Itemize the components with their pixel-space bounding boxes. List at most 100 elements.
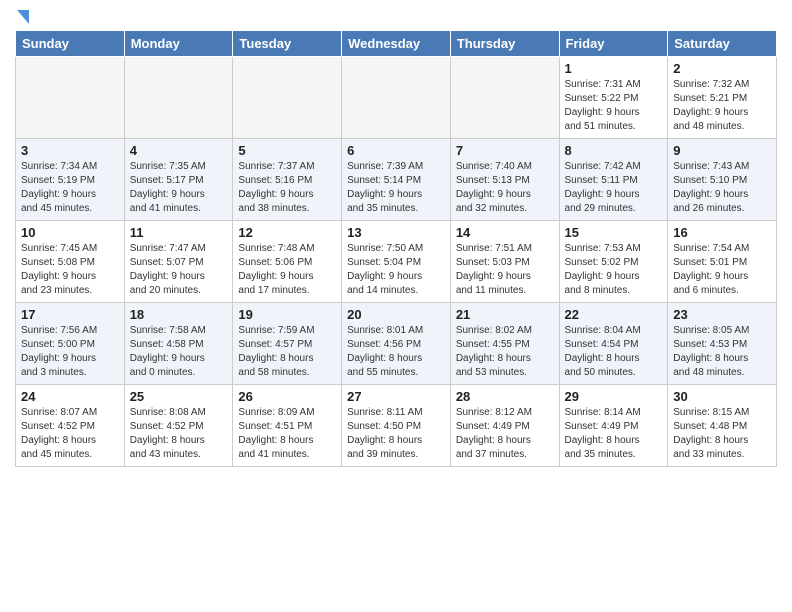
day-number: 17 <box>21 307 119 322</box>
calendar-cell <box>342 57 451 139</box>
calendar-cell: 10 Sunrise: 7:45 AM Sunset: 5:08 PM Dayli… <box>16 221 125 303</box>
day-info: Sunrise: 8:15 AM Sunset: 4:48 PM Dayligh… <box>673 406 771 462</box>
calendar-cell: 26 Sunrise: 8:09 AM Sunset: 4:51 PM Dayli… <box>233 385 342 467</box>
day-info: Sunrise: 8:07 AM Sunset: 4:52 PM Dayligh… <box>21 406 119 462</box>
calendar-cell: 3 Sunrise: 7:34 AM Sunset: 5:19 PM Daylig… <box>16 139 125 221</box>
day-info: Sunrise: 7:58 AM Sunset: 4:58 PM Dayligh… <box>130 324 228 380</box>
day-number: 25 <box>130 389 228 404</box>
day-number: 22 <box>565 307 663 322</box>
day-info: Sunrise: 7:37 AM Sunset: 5:16 PM Dayligh… <box>238 160 336 216</box>
calendar-cell: 29 Sunrise: 8:14 AM Sunset: 4:49 PM Dayli… <box>559 385 668 467</box>
day-info: Sunrise: 8:02 AM Sunset: 4:55 PM Dayligh… <box>456 324 554 380</box>
calendar-cell: 24 Sunrise: 8:07 AM Sunset: 4:52 PM Dayli… <box>16 385 125 467</box>
col-header-monday: Monday <box>124 31 233 57</box>
calendar-cell: 8 Sunrise: 7:42 AM Sunset: 5:11 PM Daylig… <box>559 139 668 221</box>
calendar-cell: 5 Sunrise: 7:37 AM Sunset: 5:16 PM Daylig… <box>233 139 342 221</box>
day-info: Sunrise: 7:59 AM Sunset: 4:57 PM Dayligh… <box>238 324 336 380</box>
day-number: 28 <box>456 389 554 404</box>
day-info: Sunrise: 7:56 AM Sunset: 5:00 PM Dayligh… <box>21 324 119 380</box>
calendar-cell: 20 Sunrise: 8:01 AM Sunset: 4:56 PM Dayli… <box>342 303 451 385</box>
calendar-cell: 6 Sunrise: 7:39 AM Sunset: 5:14 PM Daylig… <box>342 139 451 221</box>
calendar-cell: 18 Sunrise: 7:58 AM Sunset: 4:58 PM Dayli… <box>124 303 233 385</box>
col-header-saturday: Saturday <box>668 31 777 57</box>
day-info: Sunrise: 7:34 AM Sunset: 5:19 PM Dayligh… <box>21 160 119 216</box>
day-number: 20 <box>347 307 445 322</box>
day-number: 10 <box>21 225 119 240</box>
day-info: Sunrise: 7:31 AM Sunset: 5:22 PM Dayligh… <box>565 78 663 134</box>
calendar-cell: 15 Sunrise: 7:53 AM Sunset: 5:02 PM Dayli… <box>559 221 668 303</box>
calendar-cell: 21 Sunrise: 8:02 AM Sunset: 4:55 PM Dayli… <box>450 303 559 385</box>
day-info: Sunrise: 8:14 AM Sunset: 4:49 PM Dayligh… <box>565 406 663 462</box>
col-header-sunday: Sunday <box>16 31 125 57</box>
day-number: 24 <box>21 389 119 404</box>
calendar-cell: 22 Sunrise: 8:04 AM Sunset: 4:54 PM Dayli… <box>559 303 668 385</box>
day-info: Sunrise: 7:42 AM Sunset: 5:11 PM Dayligh… <box>565 160 663 216</box>
col-header-thursday: Thursday <box>450 31 559 57</box>
day-info: Sunrise: 7:45 AM Sunset: 5:08 PM Dayligh… <box>21 242 119 298</box>
day-number: 26 <box>238 389 336 404</box>
day-number: 8 <box>565 143 663 158</box>
day-number: 23 <box>673 307 771 322</box>
day-info: Sunrise: 8:09 AM Sunset: 4:51 PM Dayligh… <box>238 406 336 462</box>
calendar-cell: 14 Sunrise: 7:51 AM Sunset: 5:03 PM Dayli… <box>450 221 559 303</box>
day-number: 9 <box>673 143 771 158</box>
day-number: 2 <box>673 61 771 76</box>
day-number: 3 <box>21 143 119 158</box>
day-number: 16 <box>673 225 771 240</box>
calendar-cell: 16 Sunrise: 7:54 AM Sunset: 5:01 PM Dayli… <box>668 221 777 303</box>
calendar-cell <box>450 57 559 139</box>
calendar-cell: 7 Sunrise: 7:40 AM Sunset: 5:13 PM Daylig… <box>450 139 559 221</box>
day-info: Sunrise: 7:40 AM Sunset: 5:13 PM Dayligh… <box>456 160 554 216</box>
day-info: Sunrise: 8:11 AM Sunset: 4:50 PM Dayligh… <box>347 406 445 462</box>
day-number: 14 <box>456 225 554 240</box>
calendar-cell: 25 Sunrise: 8:08 AM Sunset: 4:52 PM Dayli… <box>124 385 233 467</box>
calendar-cell: 11 Sunrise: 7:47 AM Sunset: 5:07 PM Dayli… <box>124 221 233 303</box>
day-info: Sunrise: 7:54 AM Sunset: 5:01 PM Dayligh… <box>673 242 771 298</box>
day-info: Sunrise: 7:48 AM Sunset: 5:06 PM Dayligh… <box>238 242 336 298</box>
day-info: Sunrise: 7:35 AM Sunset: 5:17 PM Dayligh… <box>130 160 228 216</box>
col-header-friday: Friday <box>559 31 668 57</box>
calendar-cell: 23Sunrise: 8:05 AM Sunset: 4:53 PM Dayli… <box>668 303 777 385</box>
day-number: 12 <box>238 225 336 240</box>
day-number: 27 <box>347 389 445 404</box>
day-number: 15 <box>565 225 663 240</box>
calendar-cell: 17 Sunrise: 7:56 AM Sunset: 5:00 PM Dayli… <box>16 303 125 385</box>
calendar-cell: 1 Sunrise: 7:31 AM Sunset: 5:22 PM Daylig… <box>559 57 668 139</box>
day-number: 11 <box>130 225 228 240</box>
day-info: Sunrise: 8:04 AM Sunset: 4:54 PM Dayligh… <box>565 324 663 380</box>
day-info: Sunrise: 7:47 AM Sunset: 5:07 PM Dayligh… <box>130 242 228 298</box>
day-number: 21 <box>456 307 554 322</box>
day-number: 7 <box>456 143 554 158</box>
day-info: Sunrise: 7:53 AM Sunset: 5:02 PM Dayligh… <box>565 242 663 298</box>
calendar-cell: 19 Sunrise: 7:59 AM Sunset: 4:57 PM Dayli… <box>233 303 342 385</box>
calendar-cell <box>124 57 233 139</box>
day-number: 13 <box>347 225 445 240</box>
calendar-cell: 2 Sunrise: 7:32 AM Sunset: 5:21 PM Daylig… <box>668 57 777 139</box>
day-number: 18 <box>130 307 228 322</box>
day-number: 30 <box>673 389 771 404</box>
calendar-cell: 4 Sunrise: 7:35 AM Sunset: 5:17 PM Daylig… <box>124 139 233 221</box>
calendar-cell: 12 Sunrise: 7:48 AM Sunset: 5:06 PM Dayli… <box>233 221 342 303</box>
day-info: Sunrise: 8:01 AM Sunset: 4:56 PM Dayligh… <box>347 324 445 380</box>
calendar-cell: 30 Sunrise: 8:15 AM Sunset: 4:48 PM Dayli… <box>668 385 777 467</box>
day-number: 29 <box>565 389 663 404</box>
day-number: 19 <box>238 307 336 322</box>
day-number: 6 <box>347 143 445 158</box>
day-info: Sunrise: 7:50 AM Sunset: 5:04 PM Dayligh… <box>347 242 445 298</box>
day-info: Sunrise: 8:12 AM Sunset: 4:49 PM Dayligh… <box>456 406 554 462</box>
col-header-wednesday: Wednesday <box>342 31 451 57</box>
day-info: Sunrise: 7:32 AM Sunset: 5:21 PM Dayligh… <box>673 78 771 134</box>
calendar-cell <box>16 57 125 139</box>
day-info: Sunrise: 7:43 AM Sunset: 5:10 PM Dayligh… <box>673 160 771 216</box>
calendar-cell: 28 Sunrise: 8:12 AM Sunset: 4:49 PM Dayli… <box>450 385 559 467</box>
day-number: 4 <box>130 143 228 158</box>
day-number: 5 <box>238 143 336 158</box>
page-header <box>15 10 777 22</box>
calendar-cell: 9 Sunrise: 7:43 AM Sunset: 5:10 PM Daylig… <box>668 139 777 221</box>
day-info: Sunrise: 7:39 AM Sunset: 5:14 PM Dayligh… <box>347 160 445 216</box>
calendar-cell: 27 Sunrise: 8:11 AM Sunset: 4:50 PM Dayli… <box>342 385 451 467</box>
day-number: 1 <box>565 61 663 76</box>
day-info: Sunrise: 8:08 AM Sunset: 4:52 PM Dayligh… <box>130 406 228 462</box>
col-header-tuesday: Tuesday <box>233 31 342 57</box>
day-info: Sunrise: 7:51 AM Sunset: 5:03 PM Dayligh… <box>456 242 554 298</box>
